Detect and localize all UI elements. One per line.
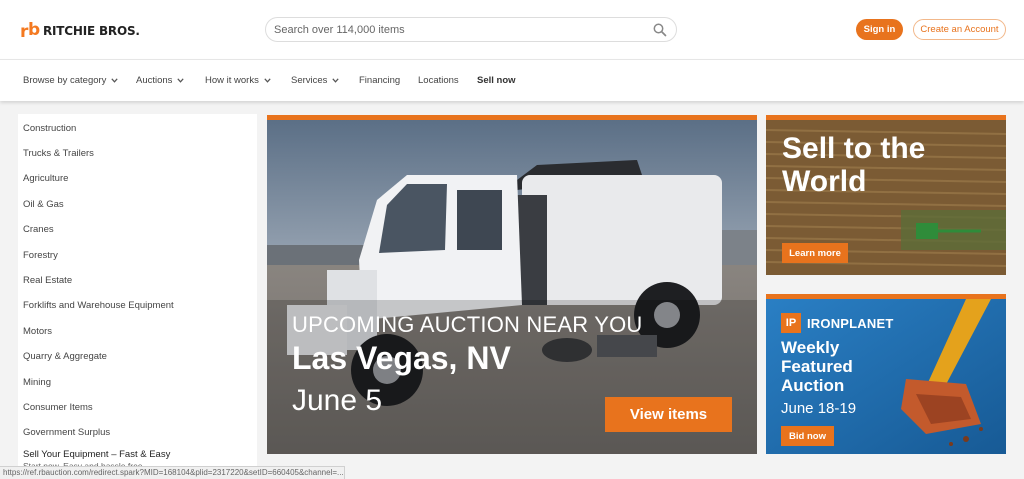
nav-services[interactable]: Services	[291, 75, 340, 86]
bid-now-button[interactable]: Bid now	[781, 426, 834, 446]
chevron-down-icon	[264, 78, 271, 83]
chevron-down-icon	[177, 78, 185, 83]
search-bar	[265, 17, 677, 42]
category-list: Construction Trucks & Trailers Agricultu…	[18, 114, 257, 479]
ironplanet-logo-text: IRONPLANET	[807, 315, 894, 331]
category-motors[interactable]: Motors	[23, 326, 52, 337]
nav-browse-by-category[interactable]: Browse by category	[23, 75, 119, 86]
search-input[interactable]	[274, 21, 644, 39]
hero-location: Las Vegas, NV	[292, 340, 511, 376]
top-header: r b RITCHIE BROS. Sign in Create an Acco…	[0, 0, 1024, 59]
ritchie-bros-logo[interactable]: r b RITCHIE BROS.	[20, 21, 140, 41]
category-oil-gas[interactable]: Oil & Gas	[23, 199, 64, 210]
category-consumer-items[interactable]: Consumer Items	[23, 402, 93, 413]
ironplanet-logo-mark: IP	[781, 313, 801, 333]
category-cranes[interactable]: Cranes	[23, 224, 54, 235]
sell-to-world-title: Sell to the World	[782, 132, 926, 198]
hero-eyebrow: UPCOMING AUCTION NEAR YOU	[292, 312, 643, 337]
logo-text: RITCHIE BROS.	[43, 24, 140, 38]
hero-banner[interactable]: UPCOMING AUCTION NEAR YOU Las Vegas, NV …	[267, 115, 757, 454]
sign-in-button[interactable]: Sign in	[856, 19, 903, 40]
category-mining[interactable]: Mining	[23, 377, 51, 388]
search-icon[interactable]	[653, 23, 667, 37]
category-government-surplus[interactable]: Government Surplus	[23, 427, 110, 438]
category-real-estate[interactable]: Real Estate	[23, 275, 72, 286]
nav-locations[interactable]: Locations	[418, 75, 459, 86]
chevron-down-icon	[332, 78, 340, 83]
create-account-button[interactable]: Create an Account	[913, 19, 1006, 40]
sell-to-world-banner[interactable]: Sell to the World Learn more	[766, 115, 1006, 275]
hero-date: June 5	[292, 384, 383, 417]
sell-equipment-link[interactable]: Sell Your Equipment – Fast & Easy	[23, 449, 170, 460]
link-status-bar: https://ref.rbauction.com/redirect.spark…	[0, 466, 345, 479]
logo-mark: r b	[20, 20, 41, 42]
category-agriculture[interactable]: Agriculture	[23, 173, 68, 184]
ironplanet-auction-date: June 18-19	[781, 400, 857, 417]
view-items-button[interactable]: View items	[605, 397, 732, 432]
ironplanet-logo: IP IRONPLANET	[781, 313, 894, 333]
learn-more-button[interactable]: Learn more	[782, 243, 848, 263]
nav-auctions[interactable]: Auctions	[136, 75, 185, 86]
category-quarry-aggregate[interactable]: Quarry & Aggregate	[23, 351, 107, 362]
chevron-down-icon	[111, 78, 119, 83]
nav-sell-now[interactable]: Sell now	[477, 75, 516, 86]
category-construction[interactable]: Construction	[23, 123, 76, 134]
main-nav: Browse by category Auctions How it works…	[0, 59, 1024, 101]
nav-how-it-works[interactable]: How it works	[205, 75, 271, 86]
category-forestry[interactable]: Forestry	[23, 250, 58, 261]
category-trucks-trailers[interactable]: Trucks & Trailers	[23, 148, 94, 159]
ironplanet-banner[interactable]: IP IRONPLANET Weekly Featured Auction Ju…	[766, 294, 1006, 454]
category-forklifts-warehouse[interactable]: Forklifts and Warehouse Equipment	[23, 300, 174, 311]
nav-financing[interactable]: Financing	[359, 75, 400, 86]
weekly-featured-auction-title: Weekly Featured Auction	[781, 338, 853, 395]
